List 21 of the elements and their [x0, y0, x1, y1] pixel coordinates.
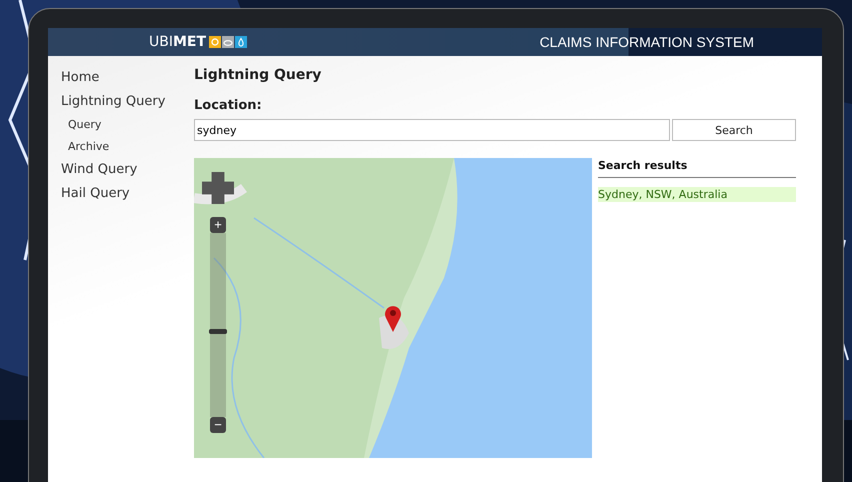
zoom-handle[interactable]: [209, 328, 227, 334]
system-title: CLAIMS INFORMATION SYSTEM: [540, 34, 754, 50]
page-title: Lightning Query: [194, 66, 322, 84]
zoom-slider[interactable]: [210, 233, 226, 417]
nav-sublink[interactable]: Query: [61, 114, 194, 136]
location-field[interactable]: sydney: [194, 119, 670, 141]
zoom-out-button[interactable]: −: [210, 417, 226, 433]
map-pin-icon: [384, 304, 402, 332]
field-label: Location:: [194, 98, 263, 113]
zoom-in-button[interactable]: +: [210, 217, 226, 233]
nav-link[interactable]: Home: [61, 66, 194, 90]
nav-sublink[interactable]: Archive: [61, 136, 194, 158]
sun-icon: [209, 36, 222, 48]
drop-icon: [235, 36, 248, 48]
result-item[interactable]: Sydney, NSW, Australia: [598, 187, 796, 202]
nav-link[interactable]: Lightning Query: [61, 90, 194, 114]
results-heading: Search results: [598, 158, 796, 178]
logo-text: UBIMET: [149, 34, 206, 50]
nav-link[interactable]: Wind Query: [61, 158, 194, 182]
search-button[interactable]: Search: [672, 119, 796, 141]
nav-link[interactable]: Hail Query: [61, 182, 194, 206]
